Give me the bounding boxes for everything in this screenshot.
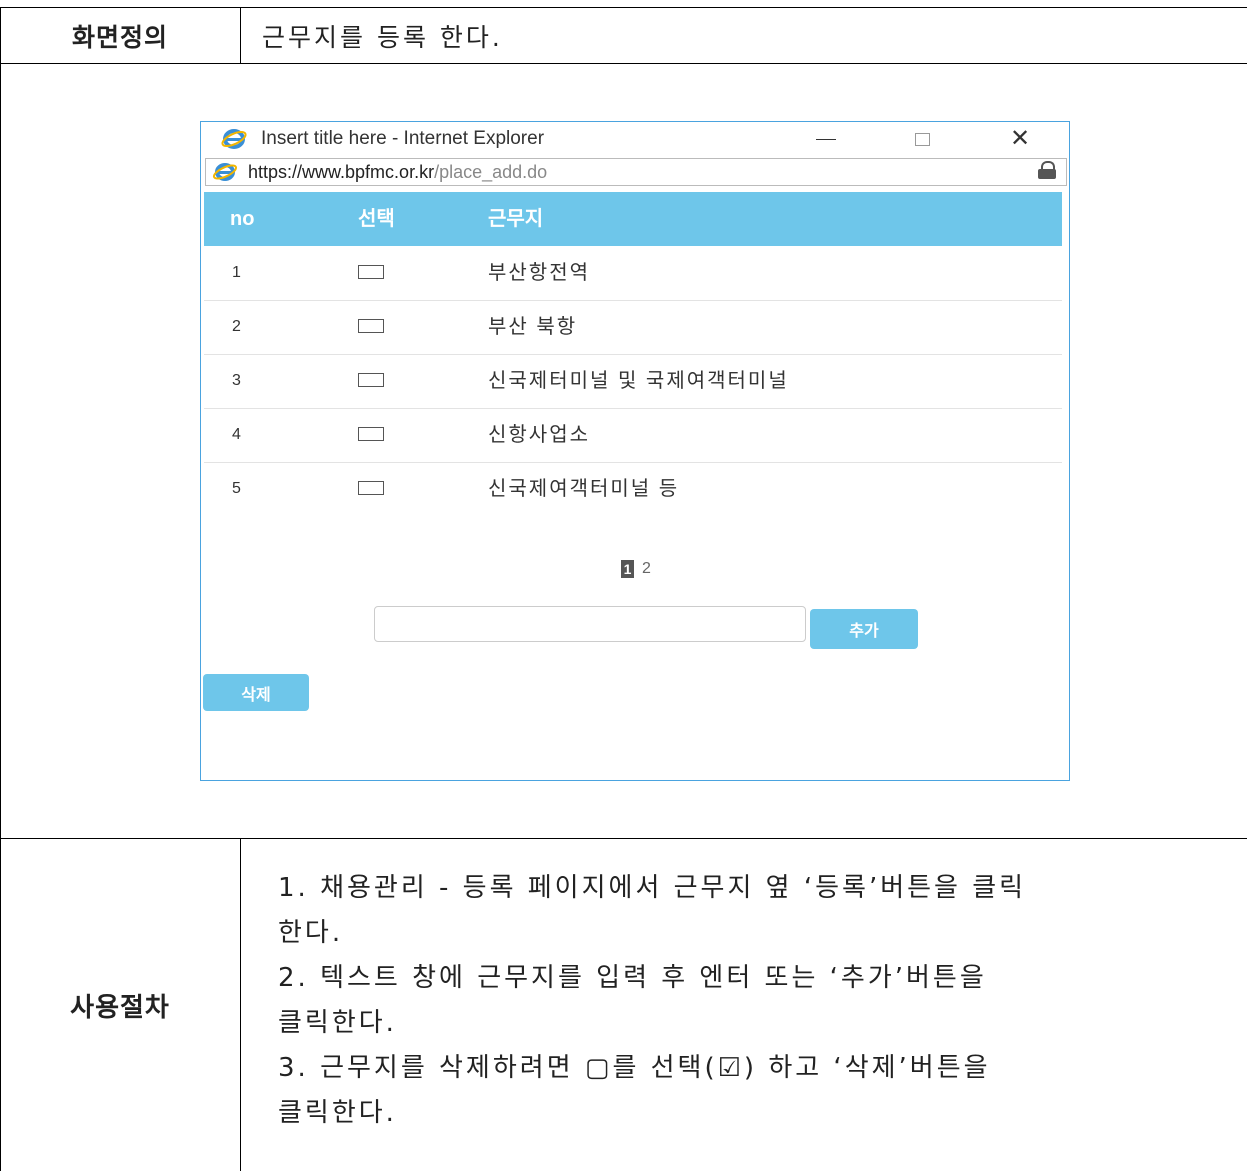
screen-definition-description: 근무지를 등록 한다. — [262, 23, 503, 52]
address-url: https://www.bpfmc.or.kr/place_add.do — [248, 162, 547, 183]
url-domain: www.bpfmc.or.kr — [302, 161, 435, 182]
workplace-input[interactable] — [374, 606, 806, 642]
add-button[interactable]: 추가 — [810, 609, 918, 649]
table-row: 1 부산항전역 — [204, 246, 1062, 301]
table-row: 2 부산 북항 — [204, 300, 1062, 355]
grid-header: no 선택 근무지 — [204, 192, 1062, 246]
row-workplace: 신항사업소 — [488, 424, 590, 446]
procedure-line: 2. 텍스트 창에 근무지를 입력 후 엔터 또는 ‘추가’버튼을 — [278, 963, 987, 993]
row-no: 2 — [232, 318, 241, 335]
ie-logo-icon — [212, 162, 238, 182]
maximize-icon[interactable] — [907, 126, 937, 152]
row-workplace: 부산 북항 — [488, 316, 578, 338]
column-header-select: 선택 — [358, 208, 395, 230]
table-row: 4 신항사업소 — [204, 408, 1062, 463]
row-no: 4 — [232, 426, 241, 443]
row-checkbox[interactable] — [358, 427, 384, 441]
row-no: 1 — [232, 264, 241, 281]
column-header-workplace: 근무지 — [488, 208, 544, 230]
ie-popup-window: Insert title here - Internet Explorer ✕ … — [200, 121, 1070, 781]
row-no: 5 — [232, 480, 241, 497]
row-workplace: 신국제여객터미널 등 — [488, 478, 680, 500]
row-checkbox[interactable] — [358, 265, 384, 279]
lock-icon — [1038, 161, 1056, 179]
table-divider-header-col — [240, 7, 241, 64]
url-path: /place_add.do — [434, 161, 548, 182]
page-link[interactable]: 2 — [640, 560, 653, 578]
procedure-text: 1. 채용관리 - 등록 페이지에서 근무지 옆 ‘등록’버튼을 클릭 한다. … — [278, 866, 1178, 1136]
row-no: 3 — [232, 372, 241, 389]
page-link-current[interactable]: 1 — [621, 560, 634, 578]
procedure-line: 3. 근무지를 삭제하려면 ▢를 선택(☑) 하고 ‘삭제’버튼을 — [278, 1053, 991, 1083]
ie-logo-icon — [221, 128, 247, 150]
row-checkbox[interactable] — [358, 373, 384, 387]
minimize-icon[interactable] — [811, 126, 841, 152]
window-title-bar: Insert title here - Internet Explorer ✕ — [201, 122, 1069, 156]
procedure-line: 클릭한다. — [278, 1008, 397, 1038]
url-scheme: https:// — [248, 161, 303, 182]
close-icon[interactable]: ✕ — [1005, 126, 1035, 152]
procedure-line: 1. 채용관리 - 등록 페이지에서 근무지 옆 ‘등록’버튼을 클릭 — [278, 873, 1027, 903]
table-divider-procedure-col — [240, 838, 241, 1171]
row-checkbox[interactable] — [358, 481, 384, 495]
procedure-line: 클릭한다. — [278, 1098, 397, 1128]
row-workplace: 신국제터미널 및 국제여객터미널 — [488, 370, 789, 392]
row-workplace: 부산항전역 — [488, 262, 590, 284]
document-table: 화면정의 근무지를 등록 한다. Insert title here - Int… — [0, 0, 1247, 1171]
address-bar[interactable]: https://www.bpfmc.or.kr/place_add.do — [205, 158, 1067, 186]
row-checkbox[interactable] — [358, 319, 384, 333]
window-title: Insert title here - Internet Explorer — [261, 128, 545, 149]
delete-button[interactable]: 삭제 — [203, 674, 309, 711]
table-row: 5 신국제여객터미널 등 — [204, 462, 1062, 516]
procedure-label: 사용절차 — [70, 993, 170, 1023]
table-row: 3 신국제터미널 및 국제여객터미널 — [204, 354, 1062, 409]
column-header-no: no — [230, 208, 255, 230]
pagination: 1 2 — [621, 560, 653, 578]
table-divider-procedure-top — [0, 838, 1247, 839]
procedure-line: 한다. — [278, 918, 344, 948]
screen-definition-label: 화면정의 — [71, 23, 168, 52]
